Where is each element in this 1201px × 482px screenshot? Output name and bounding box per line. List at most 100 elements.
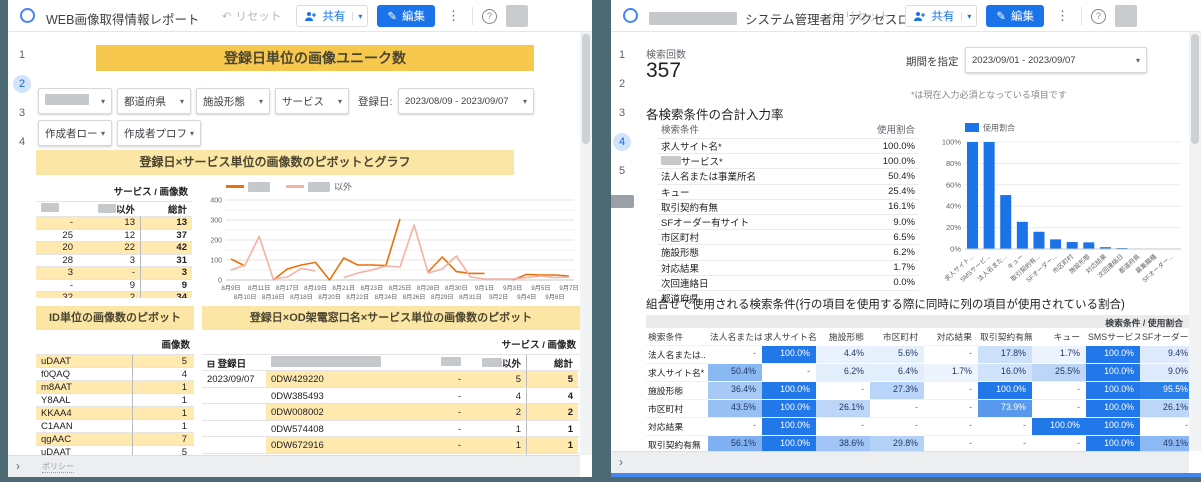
more-options-button[interactable]: ⋮	[1053, 8, 1072, 24]
date-range-dropdown[interactable]: 2023/08/09 - 2023/09/07 ▾	[398, 88, 534, 114]
svg-text:8月19日: 8月19日	[304, 285, 327, 292]
filter-dropdown-3[interactable]: サービス ▾	[275, 88, 349, 114]
heatmap-cell: 100.0%	[1086, 363, 1140, 381]
table-cell: 13	[124, 217, 135, 229]
heatmap-cell: -	[870, 399, 924, 417]
table-cell: -	[388, 420, 466, 436]
heatmap-cell: 6.2%	[816, 363, 870, 381]
filter-dropdown-1[interactable]: 都道府県 ▾	[117, 88, 191, 114]
person-add-icon	[305, 11, 317, 21]
table-cell: 5	[526, 371, 578, 387]
table-cell: 1	[526, 437, 578, 453]
heatmap-cell: 5.6%	[870, 345, 924, 363]
svg-text:8月16日: 8月16日	[262, 294, 285, 301]
share-caret-icon[interactable]: ▾	[352, 11, 367, 21]
legend-swatch	[226, 185, 244, 188]
page-item-4[interactable]: 4	[13, 133, 31, 151]
table-cell: -	[131, 267, 135, 279]
row-label: SFオーダー有サイト	[661, 218, 750, 230]
edit-button[interactable]: ✎ 編集	[986, 5, 1044, 27]
redaction-box	[661, 156, 681, 166]
policy-link[interactable]: ポリシー	[42, 461, 74, 473]
more-options-button[interactable]: ⋮	[444, 8, 463, 24]
chevron-down-icon: ▾	[179, 96, 184, 106]
share-caret-icon[interactable]: ▾	[961, 11, 976, 21]
table-cell: 20	[62, 242, 73, 254]
table-row: KKAA4 1	[36, 406, 194, 420]
page-item-1[interactable]: 1	[13, 46, 31, 64]
page-item-2[interactable]: 2	[13, 75, 31, 93]
table-cell: 37	[140, 228, 192, 242]
table-cell-date	[202, 404, 266, 420]
heatmap-cell: 43.5%	[708, 399, 762, 417]
table-row: 次回連絡日 0.0%	[657, 274, 919, 290]
page-item-5[interactable]: 5	[613, 162, 631, 180]
row-label: キュー	[661, 187, 690, 199]
help-button[interactable]: ?	[1091, 8, 1106, 24]
user-avatar[interactable]	[506, 5, 528, 27]
share-button[interactable]: 共有 ▾	[905, 5, 978, 27]
share-button[interactable]: 共有 ▾	[296, 5, 369, 27]
period-dropdown[interactable]: 2023/09/01 - 2023/09/07 ▾	[965, 47, 1147, 73]
page-item-4[interactable]: 4	[613, 133, 631, 151]
redaction-box	[41, 203, 59, 212]
svg-text:400: 400	[210, 198, 222, 205]
page-item-3[interactable]: 3	[613, 104, 631, 122]
scrollbar[interactable]	[580, 32, 592, 455]
line-chart: 以外 0 100 200 300 400 8月9日 8月10日 8月11日 8月16日 8月17日 8…	[198, 178, 580, 308]
row-value: 100.0%	[882, 155, 915, 167]
heatmap-cell: -	[924, 417, 978, 435]
chevron-down-icon: ▾	[100, 96, 105, 106]
redaction-box	[45, 94, 89, 105]
table-cell: qgAAC	[41, 433, 72, 445]
table-cell: -	[388, 404, 466, 420]
scrollbar-thumb[interactable]	[1191, 34, 1199, 144]
column-header: 法人名または...	[710, 332, 762, 342]
filter-dropdown-0[interactable]: 作成者ロール▾	[38, 120, 112, 146]
table-cell: 7	[132, 432, 192, 446]
reset-button[interactable]: ↶ リセット	[216, 5, 288, 27]
help-button[interactable]: ?	[482, 8, 497, 24]
table-cell: 5	[132, 354, 192, 368]
table-cell: 1	[526, 420, 578, 436]
filter-dropdown[interactable]: ▾	[38, 88, 112, 114]
table-row: キュー 25.4%	[657, 183, 919, 199]
heatmap-cell: 49.1%	[1140, 435, 1189, 451]
filter-dropdown-1[interactable]: 作成者プロファ...▾	[117, 120, 201, 146]
svg-text:9月1日: 9月1日	[475, 285, 494, 292]
reset-button[interactable]: ↶ リセット	[825, 5, 897, 27]
column-header: 取引契約有無	[980, 332, 1032, 342]
row-label: 対応結果	[661, 263, 700, 275]
table-row: f0QAQ 4	[36, 367, 194, 381]
filter-label: 作成者ロール	[45, 127, 97, 140]
toolbar-divider	[1081, 7, 1082, 25]
legend-swatch	[286, 185, 304, 188]
toolbar: ↶ リセット 共有 ▾ ✎ 編集 ⋮ ?	[216, 5, 528, 27]
row-label: 法人名または..	[646, 345, 708, 363]
column-header: 以外	[78, 201, 140, 217]
page-item-2[interactable]: 2	[613, 75, 631, 93]
heatmap-cell: 100.0%	[1086, 417, 1140, 435]
expand-pagenav-button[interactable]: ›	[619, 455, 623, 469]
report-canvas: 登録日単位の画像ユニーク数 ▾ 都道府県 ▾ 施設形態 ▾ サービス ▾ 登録日: 2023…	[36, 32, 580, 455]
collapse-icon[interactable]: ⊟	[207, 359, 218, 370]
expand-pagenav-button[interactable]: ›	[16, 459, 20, 473]
svg-text:9月3日: 9月3日	[503, 285, 522, 292]
column-header: 検索条件	[648, 332, 684, 342]
user-avatar[interactable]	[1115, 5, 1137, 27]
column-header-row: ⊟ 登録日 以外 総計	[202, 354, 580, 371]
page-item-3[interactable]: 3	[13, 104, 31, 122]
heatmap-cell: -	[924, 381, 978, 399]
page-nav: 1 2 3 4 5	[611, 32, 634, 451]
edit-button[interactable]: ✎ 編集	[377, 5, 435, 27]
table-cell: -	[388, 387, 466, 403]
page-item-1[interactable]: 1	[613, 46, 631, 64]
filter-dropdown-2[interactable]: 施設形態 ▾	[196, 88, 270, 114]
heatmap-cell: -	[924, 399, 978, 417]
svg-text:8月29日: 8月29日	[431, 294, 454, 301]
scrollbar[interactable]	[1189, 32, 1201, 451]
heatmap-cell: 29.8%	[870, 435, 924, 451]
redaction-box	[441, 356, 461, 366]
scrollbar-thumb[interactable]	[582, 34, 590, 144]
corner-note-band: 検索条件 / 使用割合	[646, 315, 1189, 328]
